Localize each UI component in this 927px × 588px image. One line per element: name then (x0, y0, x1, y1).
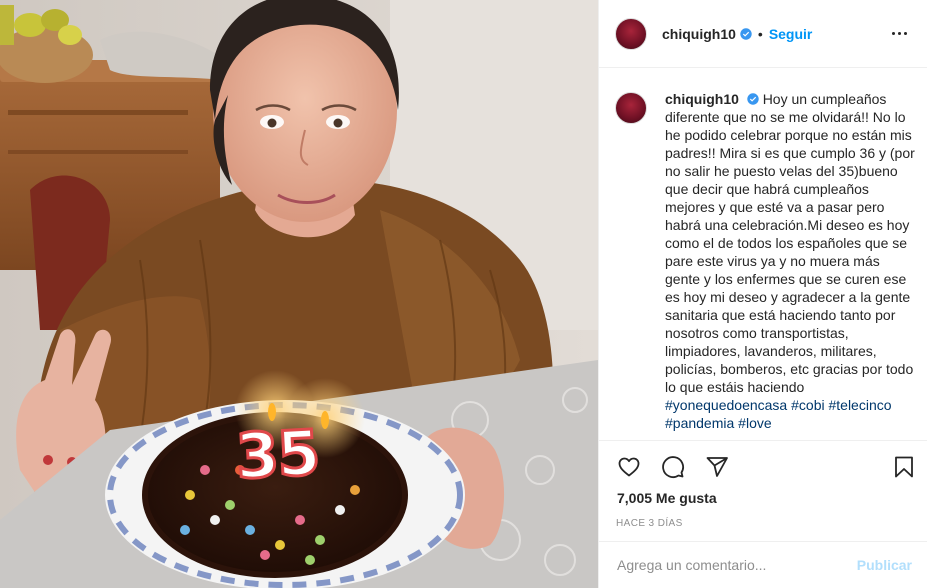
hashtag-link[interactable]: #yonequedoencasa (665, 397, 787, 413)
post-header: chiquigh10 • Seguir (599, 0, 927, 68)
hashtag-link[interactable]: #pandemia (665, 415, 734, 431)
caption-body: Hoy un cumpleaños diferente que no se me… (665, 91, 915, 395)
follow-button[interactable]: Seguir (769, 26, 813, 42)
likes-count[interactable]: 7,005 Me gusta (617, 490, 717, 506)
bookmark-icon[interactable] (892, 455, 916, 479)
caption-username[interactable]: chiquigh10 (665, 91, 739, 107)
comment-icon[interactable] (661, 455, 685, 479)
post-timestamp[interactable]: HACE 3 DÍAS (616, 518, 683, 529)
username-link[interactable]: chiquigh10 (662, 26, 736, 42)
action-bar (599, 440, 927, 492)
verified-badge-icon (747, 93, 759, 105)
avatar[interactable] (615, 17, 647, 50)
verified-badge-icon (740, 27, 752, 40)
separator: • (757, 25, 763, 42)
post-photo-illustration (0, 0, 598, 588)
post-photo[interactable]: 35 (0, 0, 598, 588)
add-comment-bar: Publicar (599, 541, 927, 588)
heart-icon[interactable] (617, 455, 641, 479)
more-options-icon[interactable] (887, 22, 911, 46)
hashtag-link[interactable]: #telecinco (828, 397, 891, 413)
candle-number: 35 (233, 414, 322, 494)
comments-section: chiquigh10 Hoy un cumpleaños diferente q… (599, 68, 927, 440)
publish-button[interactable]: Publicar (857, 557, 912, 573)
hashtag-link[interactable]: #love (738, 415, 771, 431)
hashtags: #yonequedoencasa #cobi #telecinco #pande… (665, 397, 892, 431)
caption-text: chiquigh10 Hoy un cumpleaños diferente q… (665, 90, 917, 432)
comment-input[interactable] (617, 557, 857, 573)
share-icon[interactable] (705, 455, 729, 479)
caption-avatar[interactable] (615, 92, 647, 124)
caption: chiquigh10 Hoy un cumpleaños diferente q… (615, 90, 917, 432)
hashtag-link[interactable]: #cobi (791, 397, 824, 413)
post-details-panel: chiquigh10 • Seguir chiquigh10 Hoy un cu… (598, 0, 927, 588)
